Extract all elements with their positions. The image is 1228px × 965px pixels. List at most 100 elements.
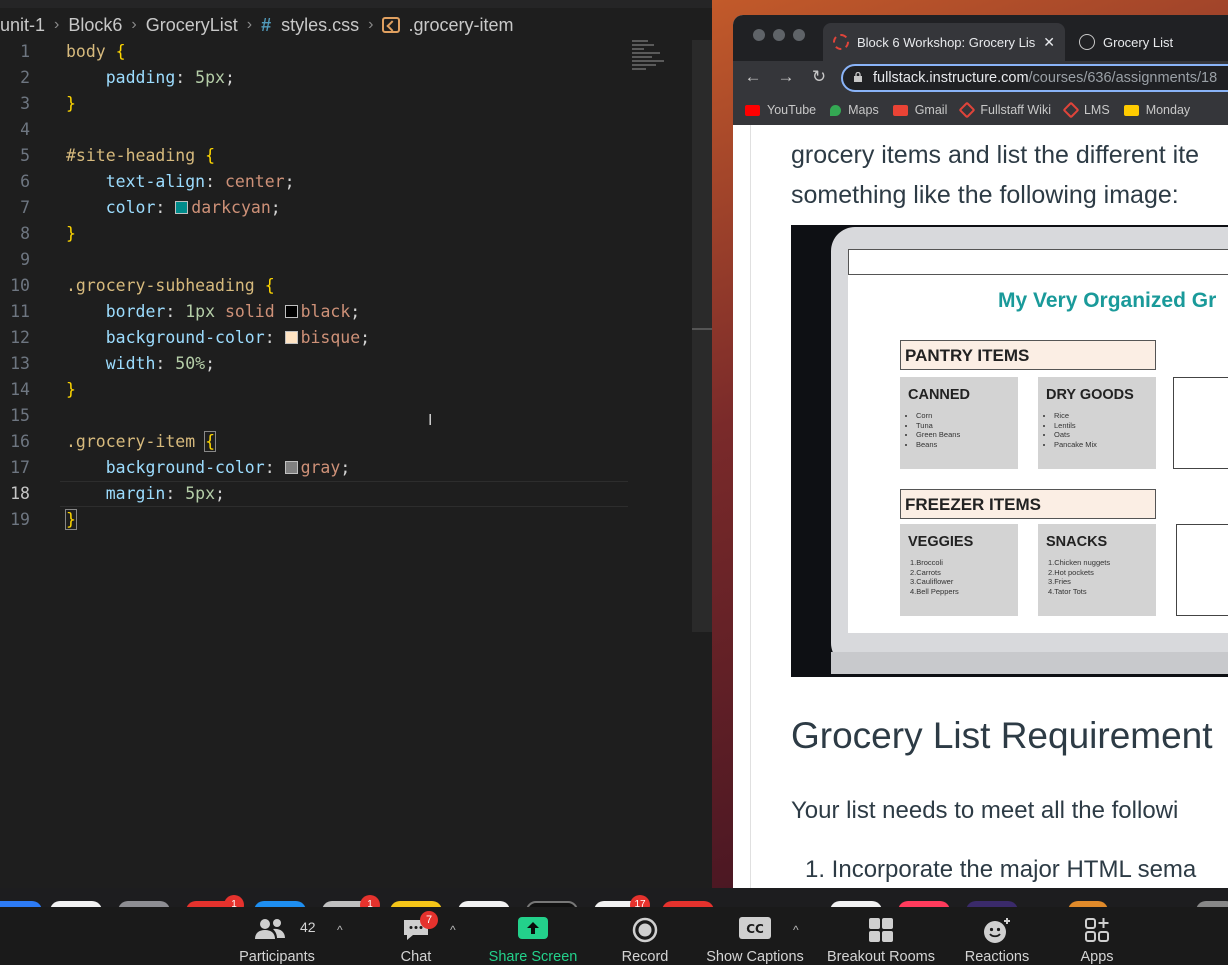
mock-list-item: Beans (916, 440, 1018, 450)
color-swatch-icon[interactable] (175, 201, 189, 214)
bookmark-label: Fullstaff Wiki (980, 103, 1051, 117)
back-arrow-icon[interactable]: ← (743, 67, 763, 87)
code-text: color: darkcyan; (66, 198, 281, 217)
bookmark-gmail[interactable]: Gmail (892, 103, 947, 117)
breadcrumb-item-symbol[interactable]: .grocery-item (382, 15, 513, 36)
chevron-up-icon[interactable]: ^ (337, 923, 343, 937)
mock-list-item: Lentils (1054, 421, 1156, 431)
code-text: .grocery-item { (66, 431, 217, 452)
line-number: 11 (10, 302, 30, 321)
fullstack-icon (1062, 101, 1080, 119)
intro-line: something like the following image: (791, 181, 1179, 209)
window-minimize-button[interactable] (773, 29, 785, 41)
code-line[interactable]: 19} (0, 507, 700, 533)
example-screenshot-image: My Very Organized Gr PANTRY ITEMS CANNED… (791, 225, 1228, 677)
editor-scrollbar[interactable] (692, 40, 712, 632)
apps-button[interactable]: Apps (1062, 907, 1132, 965)
participants-button[interactable]: 42 Participants (230, 907, 324, 965)
youtube-icon (745, 104, 760, 116)
url-host: fullstack.instructure.com (873, 70, 1029, 86)
code-line[interactable]: 9 (0, 247, 700, 273)
code-text: background-color: gray; (66, 458, 351, 477)
url-path: /courses/636/assignments/18 (1028, 70, 1218, 86)
bookmark-youtube[interactable]: YouTube (745, 103, 816, 117)
bookmark-maps[interactable]: Maps (830, 103, 879, 117)
svg-text:CC: CC (746, 922, 764, 936)
code-line[interactable]: 6 text-align: center; (0, 169, 700, 195)
chevron-up-icon[interactable]: ^ (793, 923, 799, 937)
share-screen-button[interactable]: Share Screen (480, 907, 586, 965)
bookmark-label: YouTube (767, 103, 817, 117)
code-line[interactable]: 16 .grocery-item { (0, 429, 700, 455)
code-line[interactable]: 3} (0, 91, 700, 117)
apps-label: Apps (1080, 949, 1114, 965)
code-line[interactable]: 2 padding: 5px; (0, 65, 700, 91)
macos-dock: 1 1 17 (0, 888, 1228, 907)
mock-list-item: Green Beans (916, 430, 1018, 440)
mock-card-canned: CANNED Corn Tuna Green Beans Beans (900, 377, 1018, 469)
maps-pin-icon (830, 104, 842, 116)
window-close-button[interactable] (753, 29, 765, 41)
breadcrumb-item-unit[interactable]: unit-1 (0, 15, 45, 36)
forward-arrow-icon[interactable]: → (776, 67, 796, 87)
address-bar[interactable]: fullstack.instructure.com/courses/636/as… (841, 64, 1228, 92)
chevron-up-icon[interactable]: ^ (450, 923, 456, 937)
code-line[interactable]: 1 body { (0, 39, 700, 65)
code-line[interactable]: 4 (0, 117, 700, 143)
intro-text: grocery items and list the different ite… (791, 135, 1228, 215)
minimap[interactable] (632, 40, 672, 80)
window-zoom-button[interactable] (793, 29, 805, 41)
color-swatch-icon[interactable] (284, 331, 298, 344)
breadcrumb-item-grocerylist[interactable]: GroceryList (146, 15, 238, 36)
bookmark-fullstaff-wiki[interactable]: Fullstaff Wiki (958, 101, 1051, 119)
bookmark-label: Monday (1145, 103, 1191, 117)
chat-label: Chat (400, 949, 432, 965)
breadcrumb-item-file[interactable]: # styles.css (261, 15, 359, 36)
code-line[interactable]: 14} (0, 377, 700, 403)
code-line[interactable]: 17 background-color: gray; (0, 455, 700, 481)
bookmark-lms[interactable]: LMS (1062, 101, 1110, 119)
code-line[interactable]: 7 color: darkcyan; (0, 195, 700, 221)
breakout-rooms-button[interactable]: Breakout Rooms (822, 907, 940, 965)
canvas-icon (833, 34, 849, 50)
requirements-intro: Your list needs to meet all the followi (791, 797, 1179, 824)
line-number: 18 (10, 484, 30, 503)
code-line[interactable]: 13 width: 50%; (0, 351, 700, 377)
reactions-label: Reactions (964, 949, 1030, 965)
text-cursor-icon: I (428, 412, 433, 429)
code-line[interactable]: 15 (0, 403, 700, 429)
mock-card-title: VEGGIES (908, 534, 974, 550)
code-line[interactable]: 11 border: 1px solid black; (0, 299, 700, 325)
code-editor[interactable]: unit-1 › Block6 › GroceryList › # styles… (0, 0, 712, 888)
chat-button[interactable]: 7 Chat (380, 907, 452, 965)
line-number: 17 (10, 458, 30, 477)
record-label: Record (621, 949, 669, 965)
mock-list-item: 2.Hot pockets (1048, 567, 1094, 577)
code-line[interactable]: 8} (0, 221, 700, 247)
reload-icon[interactable]: ↻ (809, 67, 829, 87)
reactions-button[interactable]: Reactions (956, 907, 1038, 965)
tab-grocery-list[interactable]: Grocery List (1075, 23, 1228, 61)
image-placeholder-icon (1173, 377, 1228, 469)
close-icon[interactable]: ✕ (1043, 34, 1055, 51)
gmail-icon (892, 104, 908, 116)
line-number: 5 (20, 146, 30, 165)
editor-tab-strip (0, 0, 712, 8)
tab-grocery-workshop[interactable]: Block 6 Workshop: Grocery Lis ✕ (823, 23, 1065, 61)
bookmark-monday[interactable]: Monday (1123, 103, 1191, 117)
breadcrumb-item-block6[interactable]: Block6 (68, 15, 122, 36)
chevron-right-icon: › (131, 16, 137, 33)
notification-badge: 1 (224, 895, 244, 907)
mock-list-item: Rice (1054, 411, 1156, 421)
code-line[interactable]: 5 #site-heading { (0, 143, 700, 169)
line-number: 15 (10, 406, 30, 425)
record-button[interactable]: Record (605, 907, 685, 965)
code-line[interactable]: 18 margin: 5px; (0, 481, 700, 507)
code-line[interactable]: 10 .grocery-subheading { (0, 273, 700, 299)
color-swatch-icon[interactable] (284, 461, 298, 474)
color-swatch-icon[interactable] (284, 305, 298, 318)
code-lines[interactable]: 1 body {2 padding: 5px; 3} 4 5 #site-heading … (0, 39, 700, 533)
page-content: grocery items and list the different ite… (733, 125, 1228, 888)
line-number: 7 (20, 198, 30, 217)
code-line[interactable]: 12 background-color: bisque; (0, 325, 700, 351)
